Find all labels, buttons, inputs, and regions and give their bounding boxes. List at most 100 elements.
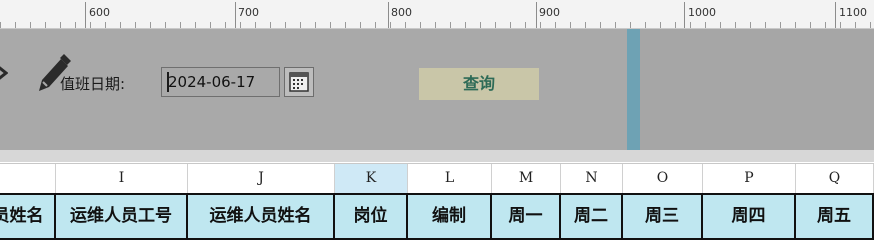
column-header-h[interactable] [0,164,56,193]
ruler-tick [330,22,331,28]
ruler-tick [570,22,571,28]
header-cell-staff-name[interactable]: 员姓名 [0,193,56,240]
ruler-tick [195,22,196,28]
ruler-tick [750,22,751,28]
calendar-button[interactable] [284,67,314,97]
ruler-tick [255,22,256,28]
ruler-major-tick [85,2,86,28]
header-cell-friday[interactable]: 周五 [796,193,874,240]
column-header-j[interactable]: J [188,164,335,193]
ruler-tick [120,22,121,28]
header-cell-staffing[interactable]: 编制 [408,193,492,240]
ruler-tick [225,22,226,28]
ruler-tick [0,22,1,28]
column-header-p[interactable]: P [703,164,796,193]
calendar-icon [289,72,309,92]
splitter-bar[interactable] [627,29,641,150]
column-header-i[interactable]: I [56,164,188,193]
ruler-tick [240,22,241,28]
ruler-tick [480,22,481,28]
ruler-tick [165,22,166,28]
empty-panel-area [640,29,874,150]
ruler-label: 900 [539,6,560,19]
table-header-row: 员姓名 运维人员工号 运维人员姓名 岗位 编制 周一 周二 周三 周四 周五 [0,193,874,240]
ruler-tick [510,22,511,28]
duty-date-label: 值班日期: [60,75,126,93]
query-form-panel: 值班日期: 2024-06-17 查询 [0,29,874,150]
ruler-tick [15,22,16,28]
ruler-tick [150,22,151,28]
ruler-major-tick [235,2,236,28]
ruler-tick [300,22,301,28]
ruler-tick [405,22,406,28]
ruler-tick [360,22,361,28]
header-cell-ops-staff-id[interactable]: 运维人员工号 [56,193,188,240]
ruler-tick [810,22,811,28]
header-cell-tuesday[interactable]: 周二 [561,193,623,240]
ruler-major-tick [388,2,389,28]
text-cursor [167,72,169,92]
ruler-major-tick [684,2,685,28]
header-cell-ops-staff-name[interactable]: 运维人员姓名 [188,193,335,240]
column-header-m[interactable]: M [492,164,561,193]
column-header-bar: I J K L M N O P Q [0,163,874,194]
ruler-tick [135,22,136,28]
ruler-tick [735,22,736,28]
ruler-label: 700 [238,6,259,19]
ruler-tick [435,22,436,28]
ruler-tick [840,22,841,28]
header-cell-position[interactable]: 岗位 [335,193,408,240]
ruler-tick [585,22,586,28]
ruler-tick [465,22,466,28]
ruler-tick [855,22,856,28]
ruler-tick [315,22,316,28]
ruler-tick [645,22,646,28]
ruler-tick [420,22,421,28]
ruler-major-tick [835,2,836,28]
ruler-tick [525,22,526,28]
ruler-tick [375,22,376,28]
ruler-tick [495,22,496,28]
ruler-tick [105,22,106,28]
header-cell-wednesday[interactable]: 周三 [623,193,703,240]
sheet-gap [0,150,874,162]
ruler-tick [270,22,271,28]
ruler-tick [780,22,781,28]
ruler-tick [345,22,346,28]
horizontal-ruler: 600 700 800 900 1000 1100 [0,0,874,29]
ruler-tick [720,22,721,28]
column-header-l[interactable]: L [408,164,492,193]
column-header-k[interactable]: K [335,164,408,193]
ruler-tick [660,22,661,28]
ruler-tick [75,22,76,28]
ruler-tick [795,22,796,28]
ruler-tick [45,22,46,28]
ruler-tick [180,22,181,28]
ruler-tick [555,22,556,28]
ruler-tick [870,22,871,28]
query-button[interactable]: 查询 [419,68,539,100]
ruler-label: 1100 [839,6,867,19]
ruler-tick [705,22,706,28]
header-cell-thursday[interactable]: 周四 [703,193,796,240]
ruler-tick [390,22,391,28]
ruler-label: 1000 [688,6,716,19]
ruler-tick [825,22,826,28]
ruler-tick [615,22,616,28]
ruler-tick [690,22,691,28]
ruler-tick [285,22,286,28]
column-header-o[interactable]: O [623,164,703,193]
ruler-tick [765,22,766,28]
pencil-icon[interactable] [0,59,8,99]
ruler-tick [675,22,676,28]
ruler-label: 600 [89,6,110,19]
ruler-tick [450,22,451,28]
duty-date-input[interactable]: 2024-06-17 [161,67,280,97]
header-cell-monday[interactable]: 周一 [492,193,561,240]
ruler-tick [30,22,31,28]
column-header-n[interactable]: N [561,164,623,193]
column-header-q[interactable]: Q [796,164,874,193]
ruler-tick [60,22,61,28]
ruler-tick [90,22,91,28]
ruler-tick [540,22,541,28]
